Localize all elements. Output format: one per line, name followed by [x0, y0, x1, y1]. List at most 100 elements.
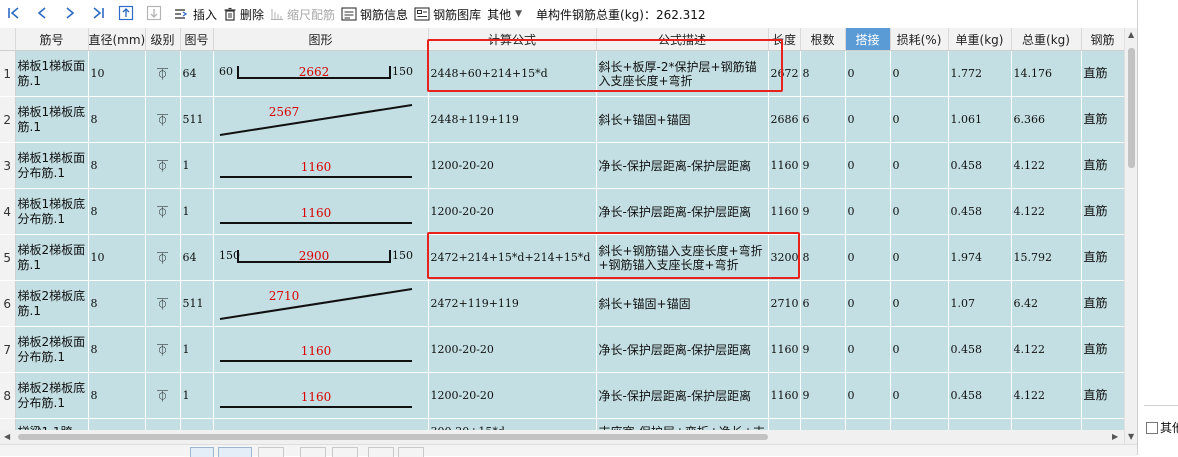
cell-shape[interactable]: 2710 [213, 280, 429, 327]
scroll-left-icon[interactable]: ◀ [4, 432, 10, 441]
cell-unit-weight[interactable]: 0.458 [948, 142, 1012, 189]
cell-lap[interactable]: 0 [845, 234, 891, 281]
cell-unit-weight[interactable]: 0.458 [948, 372, 1012, 419]
move-up-button[interactable] [112, 0, 140, 28]
cell-description[interactable]: 斜长+锚固+锚固 [596, 280, 769, 327]
other-dropdown[interactable]: 其他 ▼ [487, 0, 522, 28]
cell-description[interactable]: 净长-保护层距离-保护层距离 [596, 142, 769, 189]
scroll-down-icon[interactable]: ▼ [1128, 432, 1134, 441]
vertical-scrollbar[interactable]: ▲ ▼ [1124, 28, 1138, 444]
cell-description[interactable]: 净长-保护层距离-保护层距离 [596, 372, 769, 419]
cell-count[interactable]: 9 [800, 326, 846, 373]
header-loss[interactable]: 损耗(%) [890, 28, 949, 51]
cell-unit-weight[interactable]: 1.07 [948, 280, 1012, 327]
horizontal-scroll-thumb[interactable] [18, 434, 768, 440]
prev-record-button[interactable] [28, 0, 56, 28]
cell-name[interactable]: 梯板2梯板面筋.1 [15, 234, 89, 281]
bottom-tab-6[interactable] [368, 447, 394, 457]
cell-loss[interactable]: 0 [890, 326, 949, 373]
row-index[interactable]: 1 [0, 50, 16, 97]
cell-fig-no[interactable]: 1 [180, 142, 214, 189]
bottom-tab-2[interactable] [218, 447, 252, 457]
header-formula[interactable]: 计算公式 [428, 28, 597, 51]
table-row[interactable]: 3 梯板1梯板面分布筋.1 8 ⏁ 1 1160 1200-20-20 净长-保护层距离-保护… [0, 142, 1124, 189]
bottom-tab-4[interactable] [300, 447, 326, 457]
cell-shape[interactable]: 1160 [213, 326, 429, 373]
cell-lap[interactable] [845, 418, 891, 430]
last-record-button[interactable] [84, 0, 112, 28]
cell-formula[interactable]: 1200-20-20 [428, 142, 597, 189]
cell-unit-weight[interactable]: 0.458 [948, 326, 1012, 373]
cell-fig-no[interactable]: 511 [180, 96, 214, 143]
cell-grade[interactable]: ⏁ [145, 96, 181, 143]
cell-count[interactable]: 6 [800, 280, 846, 327]
cell-description[interactable]: 斜长+板厚-2*保护层+钢筋锚入支座长度+弯折 [596, 50, 769, 97]
cell-fig-no[interactable]: 1 [180, 326, 214, 373]
cell-diameter[interactable] [88, 418, 146, 430]
cell-length[interactable]: 1160 [768, 326, 801, 373]
cell-length[interactable]: 1160 [768, 142, 801, 189]
cell-lap[interactable]: 0 [845, 142, 891, 189]
cell-rebar-type[interactable]: 直筋 [1081, 50, 1124, 97]
table-row[interactable]: 5 梯板2梯板面筋.1 10 ⏁ 64 150 2900 150 2472+214+15*d+2… [0, 234, 1124, 281]
cell-loss[interactable]: 0 [890, 142, 949, 189]
cell-lap[interactable]: 0 [845, 188, 891, 235]
cell-description[interactable]: 支座宽-保护层+弯折+净长+支 [596, 418, 769, 430]
cell-rebar-type[interactable]: 直筋 [1081, 96, 1124, 143]
cell-grade[interactable]: ⏁ [145, 142, 181, 189]
cell-unit-weight[interactable] [948, 418, 1012, 430]
cell-loss[interactable]: 0 [890, 96, 949, 143]
row-index[interactable]: 7 [0, 326, 16, 373]
cell-lap[interactable]: 0 [845, 50, 891, 97]
cell-formula[interactable]: 1200-20-20 [428, 326, 597, 373]
checkbox-icon[interactable] [1146, 421, 1158, 434]
cell-formula[interactable]: 2448+119+119 [428, 96, 597, 143]
delete-button[interactable]: 删除 [223, 0, 264, 28]
header-rebar[interactable]: 钢筋 [1081, 28, 1124, 51]
cell-description[interactable]: 斜长+钢筋锚入支座长度+弯折+钢筋锚入支座长度+弯折 [596, 234, 769, 281]
cell-grade[interactable]: ⏁ [145, 326, 181, 373]
row-index[interactable]: 8 [0, 372, 16, 419]
scale-rebar-button[interactable]: 缩尺配筋 [270, 0, 335, 28]
cell-length[interactable]: 2686 [768, 96, 801, 143]
cell-loss[interactable]: 0 [890, 280, 949, 327]
cell-fig-no[interactable]: 1 [180, 372, 214, 419]
cell-total-weight[interactable]: 14.176 [1011, 50, 1082, 97]
cell-length[interactable]: 3200 [768, 234, 801, 281]
cell-name[interactable]: 梯板1梯板面筋.1 [15, 50, 89, 97]
cell-shape[interactable]: 150 2900 150 [213, 234, 429, 281]
cell-length[interactable]: 2710 [768, 280, 801, 327]
header-count[interactable]: 根数 [800, 28, 846, 51]
cell-shape[interactable] [213, 418, 429, 430]
header-shape[interactable]: 图形 [213, 28, 429, 51]
cell-shape[interactable]: 60 2662 150 [213, 50, 429, 97]
scroll-right-icon[interactable]: ▶ [1112, 432, 1118, 441]
cell-name[interactable]: 梯梁1.1跨 [15, 418, 89, 430]
header-grade[interactable]: 级别 [145, 28, 181, 51]
header-total-weight[interactable]: 总重(kg) [1011, 28, 1082, 51]
header-diameter[interactable]: 直径(mm) [88, 28, 146, 51]
cell-name[interactable]: 梯板1梯板底分布筋.1 [15, 188, 89, 235]
table-row[interactable]: 4 梯板1梯板底分布筋.1 8 ⏁ 1 1160 1200-20-20 净长-保护层距离-保护… [0, 188, 1124, 235]
cell-grade[interactable]: ⏁ [145, 234, 181, 281]
cell-shape[interactable]: 1160 [213, 188, 429, 235]
cell-count[interactable]: 9 [800, 372, 846, 419]
other-checkbox[interactable]: 其他 [1146, 419, 1178, 436]
header-lap[interactable]: 搭接 [845, 28, 891, 51]
insert-button[interactable]: 插入 [174, 0, 217, 28]
cell-rebar-type[interactable]: 直筋 [1081, 372, 1124, 419]
next-record-button[interactable] [56, 0, 84, 28]
bottom-tab-7[interactable] [398, 447, 424, 457]
cell-description[interactable]: 净长-保护层距离-保护层距离 [596, 326, 769, 373]
cell-formula[interactable]: 300-20+15*d [428, 418, 597, 430]
rebar-info-button[interactable]: 钢筋信息 [341, 0, 408, 28]
cell-total-weight[interactable]: 4.122 [1011, 188, 1082, 235]
cell-length[interactable]: 1160 [768, 372, 801, 419]
vertical-scroll-thumb[interactable] [1128, 48, 1135, 168]
header-length[interactable]: 长度 [768, 28, 801, 51]
cell-diameter[interactable]: 8 [88, 188, 146, 235]
move-down-button[interactable] [140, 0, 168, 28]
table-row[interactable]: 梯梁1.1跨 300-20+15*d支座宽-保护层+弯折+净长+支 [0, 418, 1124, 430]
cell-fig-no[interactable]: 64 [180, 234, 214, 281]
bottom-tab-5[interactable] [332, 447, 358, 457]
